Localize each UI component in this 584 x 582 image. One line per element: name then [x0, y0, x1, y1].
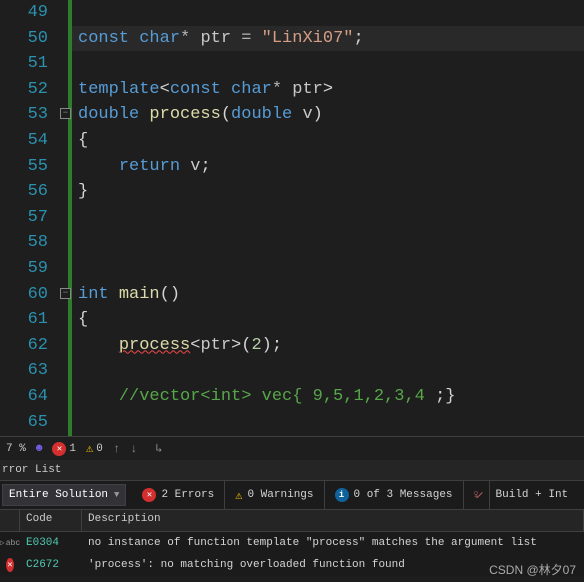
error-code[interactable]: E0304 — [20, 537, 82, 549]
line-number: 54 — [0, 128, 48, 154]
build-filter[interactable]: Build + Int — [489, 481, 575, 509]
code-line[interactable] — [72, 358, 584, 384]
line-number: 57 — [0, 205, 48, 231]
code-line[interactable] — [72, 205, 584, 231]
status-warnings[interactable]: ⚠ 0 — [86, 441, 103, 456]
error-list-toolbar: Entire Solution ▼ ✕ 2 Errors ⚠ 0 Warning… — [0, 480, 584, 510]
code-line[interactable] — [72, 0, 584, 26]
editor-status-bar: 7 % ☻ ✕ 1 ⚠ 0 ↑ ↓ ↳ — [0, 436, 584, 460]
zoom-percent[interactable]: 7 % — [6, 443, 26, 455]
chevron-down-icon: ▼ — [114, 490, 119, 500]
code-line[interactable]: double process(double v)− — [72, 102, 584, 128]
scroll-arrow-icon[interactable]: ↳ — [155, 441, 162, 456]
intellisense-icon: abc — [6, 539, 20, 548]
info-icon: i — [335, 488, 349, 502]
filter-icon: ♀̷ — [472, 488, 479, 502]
warnings-filter[interactable]: ⚠ 0 Warnings — [224, 481, 323, 509]
line-number: 59 — [0, 256, 48, 282]
errors-filter[interactable]: ✕ 2 Errors — [132, 481, 224, 509]
code-line[interactable]: const char* ptr = "LinXi07"; — [72, 26, 584, 52]
code-line[interactable] — [72, 230, 584, 256]
code-line[interactable] — [72, 256, 584, 282]
code-line[interactable]: { — [72, 128, 584, 154]
line-number: 58 — [0, 230, 48, 256]
code-line[interactable]: //vector<int> vec{ 9,5,1,2,3,4 ;} — [72, 384, 584, 410]
code-content[interactable]: const char* ptr = "LinXi07"; template<co… — [72, 0, 584, 436]
line-number: 55 — [0, 154, 48, 180]
error-code[interactable]: C2672 — [20, 559, 82, 571]
line-number: 61 — [0, 307, 48, 333]
clear-filter-button[interactable]: ♀̷ — [463, 481, 489, 509]
error-table-header: Code Description — [0, 510, 584, 532]
collapse-toggle-icon[interactable]: − — [60, 108, 71, 119]
line-number: 65 — [0, 410, 48, 436]
line-number: 53 — [0, 102, 48, 128]
status-errors[interactable]: ✕ 1 — [52, 442, 76, 456]
error-row[interactable]: ▷abcE0304no instance of function templat… — [0, 532, 584, 554]
scope-dropdown[interactable]: Entire Solution ▼ — [2, 484, 126, 506]
messages-filter[interactable]: i 0 of 3 Messages — [324, 481, 463, 509]
line-number: 50 — [0, 26, 48, 52]
error-icon: ✕ — [6, 558, 14, 572]
code-line[interactable]: { — [72, 307, 584, 333]
code-line[interactable]: template<const char* ptr> — [72, 77, 584, 103]
error-list-title: rror List — [0, 460, 584, 480]
code-line[interactable]: return v; — [72, 154, 584, 180]
line-number: 51 — [0, 51, 48, 77]
error-icon: ✕ — [142, 488, 156, 502]
line-number: 60 — [0, 282, 48, 308]
warning-icon: ⚠ — [86, 441, 93, 456]
col-expand[interactable] — [0, 510, 20, 531]
code-line[interactable] — [72, 410, 584, 436]
code-line[interactable]: } — [72, 179, 584, 205]
nav-up-icon[interactable]: ↑ — [113, 442, 120, 456]
line-number: 64 — [0, 384, 48, 410]
collapse-toggle-icon[interactable]: − — [60, 288, 71, 299]
error-icon: ✕ — [52, 442, 66, 456]
warning-icon: ⚠ — [235, 488, 242, 503]
code-editor[interactable]: 4950515253545556575859606162636465 const… — [0, 0, 584, 436]
col-code[interactable]: Code — [20, 510, 82, 531]
line-number: 56 — [0, 179, 48, 205]
feedback-icon[interactable]: ☻ — [36, 443, 43, 455]
line-number: 63 — [0, 358, 48, 384]
watermark-text: CSDN @林夕07 — [489, 561, 576, 578]
col-description[interactable]: Description — [82, 510, 584, 531]
nav-down-icon[interactable]: ↓ — [130, 442, 137, 456]
line-number: 62 — [0, 333, 48, 359]
code-line[interactable] — [72, 51, 584, 77]
code-line[interactable]: process<ptr>(2); — [72, 333, 584, 359]
line-number: 52 — [0, 77, 48, 103]
expand-icon[interactable]: ▷ — [0, 538, 5, 548]
error-description: no instance of function template "proces… — [82, 537, 584, 549]
line-number: 49 — [0, 0, 48, 26]
code-line[interactable]: int main()− — [72, 282, 584, 308]
line-number-gutter: 4950515253545556575859606162636465 — [0, 0, 68, 436]
